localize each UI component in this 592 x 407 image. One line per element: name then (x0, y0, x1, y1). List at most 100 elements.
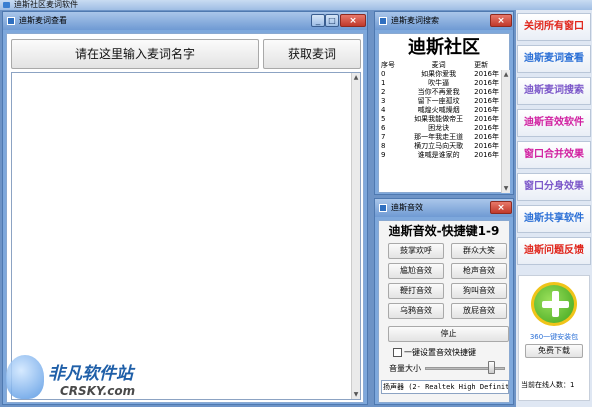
table-row[interactable]: 2 当你不再爱我 2016年 (379, 88, 501, 97)
watermark-logo-icon (6, 355, 44, 399)
speaker-select-value: 扬声器 (2- Realtek High Definit (383, 383, 509, 391)
lyrics-table: 序号 麦词 更新 0 如果你爱我 2016年 1 吹牛逼 2016年 2 当你不再爱我 2016… (379, 61, 501, 160)
row-lyrics-name: 喊煌火喊燥烟 (417, 106, 460, 114)
window-icon (379, 204, 387, 212)
column-header[interactable]: 麦词 (405, 61, 472, 70)
sidebar-button[interactable]: 窗口分身效果 (517, 173, 591, 201)
lyrics-view-titlebar[interactable]: 迪斯麦词查看 _ □ × (3, 12, 367, 30)
hotkey-checkbox-row[interactable]: 一键设置音效快捷键 (393, 347, 509, 359)
row-index: 5 (381, 115, 386, 123)
row-index: 9 (381, 151, 386, 159)
table-row[interactable]: 9 谁喊是谁家的 2016年 (379, 151, 501, 160)
row-index: 0 (381, 70, 386, 78)
sound-effects-titlebar[interactable]: 迪斯音效 × (375, 199, 513, 217)
row-updated: 2016年 (474, 106, 499, 114)
sidebar-button[interactable]: 迪斯问题反馈 (517, 237, 591, 265)
hotkey-checkbox-label: 一键设置音效快捷键 (404, 348, 476, 357)
app-titlebar: 迪斯社区麦词软件 (0, 0, 592, 10)
table-row[interactable]: 8 横刀立马向天歌 2016年 (379, 142, 501, 151)
row-updated: 2016年 (474, 142, 499, 150)
lyrics-search-window: 迪斯麦词搜索 × 迪斯社区 序号 麦词 更新 0 如果你爱我 2016年 1 吹牛逼 20… (374, 11, 514, 195)
sidebar-button[interactable]: 关闭所有窗口 (517, 13, 591, 41)
close-button[interactable]: × (340, 14, 366, 27)
row-lyrics-name: 如果我能做帝王 (414, 115, 464, 123)
speaker-select[interactable]: 扬声器 (2- Realtek High Definit (381, 380, 509, 394)
row-updated: 2016年 (474, 115, 499, 123)
row-updated: 2016年 (474, 124, 499, 132)
table-row[interactable]: 1 吹牛逼 2016年 (379, 79, 501, 88)
stop-button[interactable]: 停止 (388, 326, 509, 342)
ad-panel: 360一键安装包 免费下载 当前在线人数：1 (518, 275, 590, 401)
row-lyrics-name: 谁喊是谁家的 (417, 151, 460, 159)
row-updated: 2016年 (474, 97, 499, 105)
app-icon (3, 2, 10, 8)
row-lyrics-name: 当你不再爱我 (417, 88, 460, 96)
sidebar-button[interactable]: 窗口合并效果 (517, 141, 591, 169)
app-title: 迪斯社区麦词软件 (14, 0, 78, 9)
table-row[interactable]: 0 如果你爱我 2016年 (379, 70, 501, 79)
online-label: 当前在线人数： (521, 381, 570, 389)
sound-effect-button[interactable]: 鞭打音效 (388, 283, 444, 299)
sound-effect-button[interactable]: 狗叫音效 (451, 283, 507, 299)
table-row[interactable]: 7 那一年我走王道 2016年 (379, 133, 501, 142)
sidebar-button[interactable]: 迪斯共享软件 (517, 205, 591, 233)
close-button[interactable]: × (490, 14, 512, 27)
sidebar-button[interactable]: 迪斯麦词查看 (517, 45, 591, 73)
sound-header: 迪斯音效-快捷键1-9 (388, 224, 500, 238)
minimize-button[interactable]: _ (311, 14, 325, 27)
column-header[interactable]: 更新 (472, 61, 501, 70)
window-icon (7, 17, 15, 25)
sidebar-button[interactable]: 迪斯麦词搜索 (517, 77, 591, 105)
row-lyrics-name: 如果你爱我 (421, 70, 457, 78)
row-index: 2 (381, 88, 386, 96)
360-logo-icon[interactable] (531, 282, 577, 326)
window-title: 迪斯麦词查看 (19, 16, 67, 25)
ad-caption: 360一键安装包 (529, 333, 579, 341)
scroll-up-arrow-icon[interactable]: ▲ (352, 73, 360, 82)
watermark-name: 非凡软件站 (48, 364, 133, 384)
row-index: 8 (381, 142, 386, 150)
sound-effect-button[interactable]: 群众大笑 (451, 243, 507, 259)
volume-label: 音量大小 (389, 364, 421, 373)
online-count-row: 当前在线人数：1 (521, 380, 589, 390)
table-row[interactable]: 3 留下一座孤坟 2016年 (379, 97, 501, 106)
row-updated: 2016年 (474, 79, 499, 87)
sound-effect-button[interactable]: 放屁音效 (451, 303, 507, 319)
sound-effect-button[interactable]: 鼓掌欢呼 (388, 243, 444, 259)
row-lyrics-name: 困龙诀 (428, 124, 450, 132)
close-button[interactable]: × (490, 201, 512, 214)
lyrics-table-scrollbar[interactable]: ▲ ▼ (501, 70, 510, 193)
lyrics-name-input[interactable]: 请在这里输入麦词名字 (11, 39, 259, 69)
table-row[interactable]: 4 喊煌火喊燥烟 2016年 (379, 106, 501, 115)
lyrics-scrollbar[interactable]: ▲ ▼ (351, 73, 360, 399)
hotkey-checkbox[interactable] (393, 348, 402, 357)
get-lyrics-button[interactable]: 获取麦词 (263, 39, 361, 69)
window-title: 迪斯音效 (391, 203, 423, 212)
lyrics-search-titlebar[interactable]: 迪斯麦词搜索 × (375, 12, 513, 30)
scroll-down-arrow-icon[interactable]: ▼ (352, 390, 360, 399)
maximize-button[interactable]: □ (325, 14, 339, 27)
scroll-down-arrow-icon[interactable]: ▼ (502, 184, 510, 193)
lyrics-search-body: 迪斯社区 序号 麦词 更新 0 如果你爱我 2016年 1 吹牛逼 2016年 2 当你不再爱… (378, 33, 510, 193)
table-row[interactable]: 5 如果我能做帝王 2016年 (379, 115, 501, 124)
row-updated: 2016年 (474, 70, 499, 78)
scroll-up-arrow-icon[interactable]: ▲ (502, 70, 510, 79)
row-index: 6 (381, 124, 386, 132)
sound-effect-button[interactable]: 枪声音效 (451, 263, 507, 279)
sidebar-button[interactable]: 迪斯音效软件 (517, 109, 591, 137)
sound-effect-button[interactable]: 尴尬音效 (388, 263, 444, 279)
column-header[interactable]: 序号 (379, 61, 405, 70)
row-updated: 2016年 (474, 88, 499, 96)
row-lyrics-name: 那一年我走王道 (414, 133, 464, 141)
table-row[interactable]: 6 困龙诀 2016年 (379, 124, 501, 133)
sound-effects-window: 迪斯音效 × 迪斯音效-快捷键1-9 鼓掌欢呼 群众大笑 尴尬音效 枪声音效 鞭打音效狗… (374, 198, 514, 405)
lyrics-table-wrap: 序号 麦词 更新 0 如果你爱我 2016年 1 吹牛逼 2016年 2 当你不再爱我 2016… (379, 61, 501, 194)
volume-slider-thumb[interactable] (487, 361, 495, 374)
row-lyrics-name: 横刀立马向天歌 (414, 142, 464, 150)
sound-effects-body: 迪斯音效-快捷键1-9 鼓掌欢呼 群众大笑 尴尬音效 枪声音效 鞭打音效 狗叫音效 乌鸦音效… (378, 220, 510, 403)
table-header-row: 序号 麦词 更新 (379, 61, 501, 70)
row-lyrics-name: 留下一座孤坟 (417, 97, 460, 105)
watermark-domain: CRSKY.com (60, 384, 136, 398)
sound-effect-button[interactable]: 乌鸦音效 (388, 303, 444, 319)
free-download-button[interactable]: 免费下载 (525, 344, 583, 358)
